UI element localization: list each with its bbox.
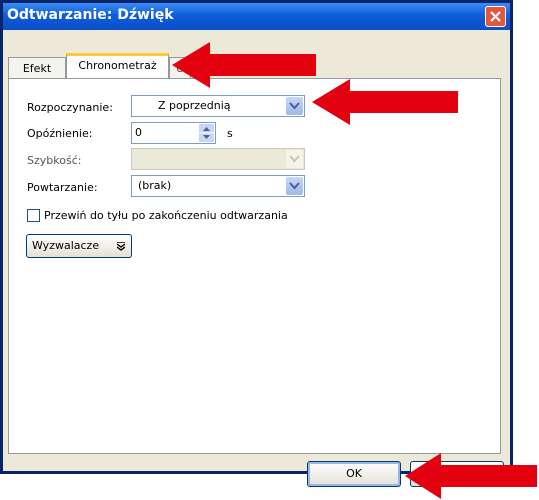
delay-unit: s [227,127,233,140]
close-button[interactable] [485,6,506,27]
title-bar[interactable]: Odtwarzanie: Dźwięk [3,3,510,30]
delay-spinner[interactable]: 0 [131,122,216,144]
start-dropdown[interactable]: Z poprzednią [131,95,305,117]
spinner-buttons[interactable] [199,124,214,142]
red-arrow-start-annotation [312,79,458,125]
delay-label: Opóźnienie: [27,127,93,140]
chevron-down-icon [289,182,300,190]
tab-chronometraz[interactable]: Chronometraż [66,53,169,79]
repeat-label: Powtarzanie: [27,181,98,194]
speed-dropdown [131,148,305,170]
tab-efekt[interactable]: Efekt [8,57,66,79]
start-label: Rozpoczynanie: [27,101,113,114]
red-arrow-ok-annotation [405,453,537,499]
chevron-down-icon [289,155,300,163]
rewind-checkbox[interactable] [27,209,40,222]
triggers-label: Wyzwalacze [32,239,100,252]
chevron-down-icon [289,102,300,110]
speed-label: Szybkość: [27,154,82,167]
spinner-arrows-icon [199,127,214,139]
rewind-label: Przewiń do tyłu po zakończeniu odtwarzan… [44,209,288,222]
dropdown-arrow[interactable] [286,177,303,195]
window-title: Odtwarzanie: Dźwięk [7,7,174,23]
repeat-dropdown[interactable]: (brak) [131,175,305,197]
double-chevron-down-icon [117,242,125,251]
repeat-value: (brak) [138,179,172,192]
close-icon [490,11,501,22]
triggers-button[interactable]: Wyzwalacze [26,234,132,258]
start-value: Z poprzednią [158,99,231,112]
dropdown-arrow-disabled [286,150,303,168]
delay-value: 0 [135,126,142,139]
dropdown-arrow[interactable] [286,97,303,115]
ok-button[interactable]: OK [307,461,401,487]
red-arrow-tab-annotation [172,42,316,88]
